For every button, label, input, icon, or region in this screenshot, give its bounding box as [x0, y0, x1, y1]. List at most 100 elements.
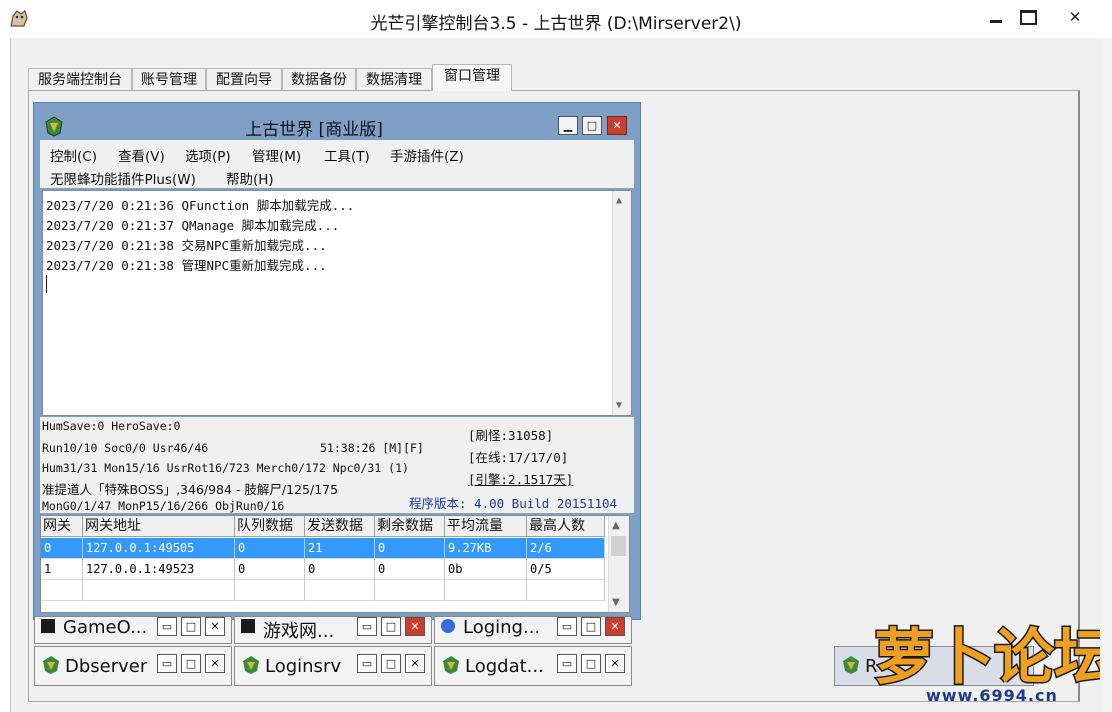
table-cell[interactable]: 0 [375, 559, 445, 580]
tab-account[interactable]: 账号管理 [132, 68, 206, 90]
menu-manage[interactable]: 管理(M) [252, 145, 301, 165]
menu-tools[interactable]: 工具(T) [324, 145, 370, 165]
server-minimize-button[interactable]: ▁ [558, 116, 578, 135]
restore-button[interactable]: ▭ [357, 654, 377, 673]
col-header[interactable]: 发送数据 [305, 516, 375, 537]
minimized-window-loginggate[interactable]: Loging... ▭ □ ✕ [434, 616, 632, 644]
menu-bar: 控制(C) 查看(V) 选项(P) 管理(M) 工具(T) 手游插件(Z) 无限… [40, 140, 634, 188]
server-close-button[interactable]: ✕ [607, 116, 627, 135]
log-scrollbar[interactable]: ▲ ▼ [612, 191, 631, 415]
col-header[interactable]: 网关 [41, 516, 83, 537]
status-run: Run10/10 Soc0/0 Usr46/46 [42, 441, 209, 455]
close-button[interactable]: ✕ [405, 617, 425, 636]
table-cell[interactable]: 0 [375, 538, 445, 559]
minimized-window-gameo[interactable]: GameO... ▭ □ ✕ [34, 616, 232, 644]
log-textbox[interactable]: 2023/7/20 0:21:36 QFunction 脚本加载完成... 20… [42, 190, 632, 416]
menu-help[interactable]: 帮助(H) [226, 168, 274, 188]
minimized-window-dbserver[interactable]: Dbserver ▭ □ ✕ [34, 646, 232, 686]
col-header[interactable]: 队列数据 [235, 516, 305, 537]
maximize-button[interactable]: □ [181, 654, 201, 673]
minimized-window-gamegate[interactable]: 游戏网... ▭ □ ✕ [234, 616, 432, 644]
restore-button[interactable]: ▭ [157, 654, 177, 673]
menu-mobile-plugin[interactable]: 手游插件(Z) [390, 145, 464, 165]
col-header[interactable]: 网关地址 [83, 516, 235, 537]
tab-server-console[interactable]: 服务端控制台 [28, 68, 132, 90]
table-cell[interactable]: 0 [305, 559, 375, 580]
server-icon [843, 656, 859, 674]
scroll-up-icon[interactable]: ▲ [616, 195, 622, 206]
server-icon [443, 656, 459, 674]
table-cell[interactable]: 9.27KB [445, 538, 527, 559]
close-button[interactable]: ✕ [205, 654, 225, 673]
col-header[interactable]: 剩余数据 [375, 516, 445, 537]
server-maximize-button[interactable]: □ [582, 116, 602, 135]
tab-data-backup[interactable]: 数据备份 [282, 68, 356, 90]
restore-button[interactable]: ▭ [357, 617, 377, 636]
table-cell-empty [305, 580, 375, 601]
tab-window-manage[interactable]: 窗口管理 [432, 64, 512, 91]
close-button[interactable]: ✕ [405, 654, 425, 673]
restore-button[interactable]: ▭ [557, 654, 577, 673]
maximize-button[interactable]: □ [381, 617, 401, 636]
scroll-thumb[interactable] [611, 536, 626, 556]
minimize-button[interactable] [978, 4, 1014, 32]
table-cell[interactable]: 1 [41, 559, 83, 580]
col-header[interactable]: 平均流量 [445, 516, 527, 537]
scroll-down-icon[interactable]: ▼ [612, 597, 620, 608]
server-icon [243, 656, 259, 674]
menu-options[interactable]: 选项(P) [185, 145, 231, 165]
scroll-down-icon[interactable]: ▼ [616, 400, 622, 411]
watermark-url: www.6994.cn [926, 686, 1058, 705]
restore-button[interactable]: ▭ [157, 617, 177, 636]
minimized-label: Logdat... [465, 656, 544, 677]
engine-uptime: [引擎:2.1517天] [468, 472, 574, 487]
status-hum: Hum31/31 Mon15/16 UsrRot16/723 Merch0/17… [42, 461, 409, 475]
table-cell[interactable]: 0b [445, 559, 527, 580]
restore-button[interactable]: ▭ [557, 617, 577, 636]
server-window-title: 上古世界 [商业版] [245, 120, 383, 140]
game-server-window: 上古世界 [商业版] ▁ □ ✕ 控制(C) 查看(V) 选项(P) 管理(M)… [33, 102, 641, 620]
close-button[interactable]: ✕ [1048, 4, 1102, 32]
minimized-window-loginsrv[interactable]: Loginsrv ▭ □ ✕ [234, 646, 432, 686]
server-window-titlebar[interactable]: 上古世界 [商业版] ▁ □ ✕ [34, 103, 640, 140]
maximize-button[interactable]: □ [581, 654, 601, 673]
menu-plugin-plus[interactable]: 无限蜂功能插件Plus(W) [50, 168, 196, 188]
table-cell[interactable]: 0 [235, 538, 305, 559]
status-time: 51:38:26 [M][F] [320, 441, 424, 455]
minimized-label: Loging... [463, 617, 541, 638]
table-cell[interactable]: 127.0.0.1:49505 [83, 538, 235, 559]
close-button[interactable]: ✕ [205, 617, 225, 636]
log-line: 2023/7/20 0:21:38 管理NPC重新加载完成... [46, 258, 327, 273]
table-cell[interactable]: 21 [305, 538, 375, 559]
close-button[interactable]: ✕ [605, 654, 625, 673]
table-cell-empty [527, 580, 605, 601]
table-cell[interactable]: 0 [235, 559, 305, 580]
table-cell-empty [235, 580, 305, 601]
scroll-up-icon[interactable]: ▲ [612, 520, 620, 531]
title-bar: 光芒引擎控制台3.5 - 上古世界 (D:\Mirserver2\) ✕ [0, 0, 1112, 38]
table-cell[interactable]: 0 [41, 538, 83, 559]
menu-control[interactable]: 控制(C) [50, 145, 97, 165]
menu-view[interactable]: 查看(V) [118, 145, 165, 165]
maximize-button[interactable] [1011, 4, 1045, 32]
table-cell[interactable]: 0/5 [527, 559, 605, 580]
window-icon [441, 619, 455, 633]
table-cell-empty [445, 580, 527, 601]
minimized-label: GameO... [63, 617, 148, 638]
minimized-window-logdata[interactable]: Logdat... ▭ □ ✕ [434, 646, 632, 686]
table-cell[interactable]: 2/6 [527, 538, 605, 559]
tab-config-wizard[interactable]: 配置向导 [206, 68, 282, 90]
minimized-label: Loginsrv [265, 656, 341, 677]
minimize-icon [990, 20, 1002, 23]
table-scrollbar[interactable]: ▲ ▼ [608, 516, 629, 612]
maximize-button[interactable]: □ [181, 617, 201, 636]
online-count: [在线:17/17/0] [468, 450, 569, 465]
col-header[interactable]: 最高人数 [527, 516, 605, 537]
table-cell[interactable]: 127.0.0.1:49523 [83, 559, 235, 580]
maximize-button[interactable]: □ [581, 617, 601, 636]
close-button[interactable]: ✕ [605, 617, 625, 636]
tab-data-clean[interactable]: 数据清理 [356, 68, 432, 90]
log-line: 2023/7/20 0:21:38 交易NPC重新加载完成... [46, 238, 327, 253]
server-icon [43, 656, 59, 674]
maximize-button[interactable]: □ [381, 654, 401, 673]
